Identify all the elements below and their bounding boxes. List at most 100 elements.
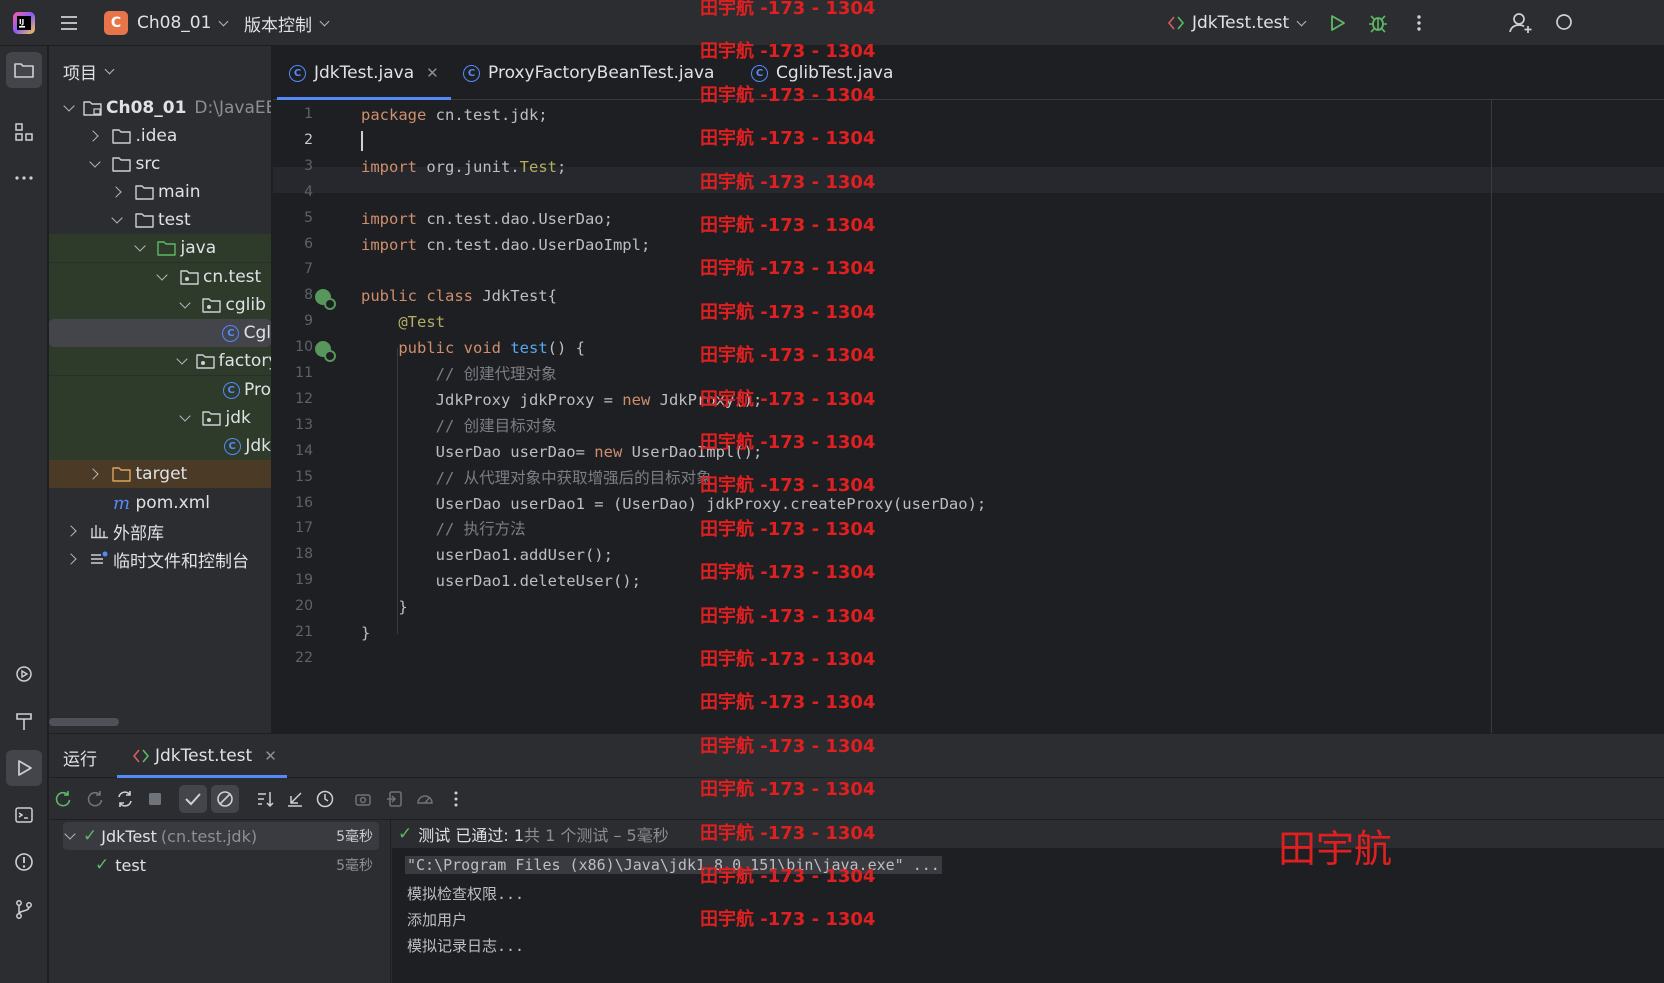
horizontal-scrollbar[interactable] bbox=[49, 718, 119, 726]
line-number: 18 bbox=[295, 546, 313, 563]
chevron-down-icon[interactable] bbox=[88, 157, 102, 171]
rerun-icon[interactable] bbox=[49, 785, 77, 813]
chevron-down-icon[interactable] bbox=[178, 298, 192, 312]
line-number: 11 bbox=[295, 365, 313, 381]
more-options-icon[interactable] bbox=[442, 785, 470, 813]
run-panel: 运行 JdkTest.test ✕ ✓ JdkTest (cn.test.jdk… bbox=[49, 733, 1664, 983]
line-number-gutter[interactable]: 1 2 3 4 5 6 7 8 9 10 11 12 13 14 15 16 17 18 19 20 21 22 bbox=[273, 100, 358, 733]
tree-item-test[interactable]: test bbox=[49, 206, 271, 234]
stop-icon[interactable] bbox=[141, 785, 169, 813]
tree-item-src[interactable]: src bbox=[49, 150, 271, 178]
tree-item-外部库[interactable]: 外部库 bbox=[49, 517, 271, 545]
chevron-down-icon bbox=[104, 64, 115, 74]
class-icon: C bbox=[222, 381, 240, 399]
more-tools-button[interactable] bbox=[6, 160, 42, 196]
tree-item-pro[interactable]: C Pro bbox=[49, 376, 271, 404]
main-menu-icon[interactable] bbox=[58, 0, 80, 46]
chevron-down-icon[interactable] bbox=[110, 213, 124, 227]
structure-tool-button[interactable] bbox=[6, 114, 42, 150]
watermark-text: 田宇航 -173 - 1304 bbox=[700, 518, 876, 540]
app-logo-icon[interactable]: IJ bbox=[12, 0, 36, 46]
line-number: 20 bbox=[295, 598, 313, 615]
tree-item-target[interactable]: target bbox=[49, 460, 271, 488]
build-tool-button[interactable] bbox=[6, 703, 42, 739]
chevron-down-icon[interactable] bbox=[133, 241, 147, 255]
add-user-icon[interactable] bbox=[1508, 0, 1534, 46]
close-icon[interactable]: ✕ bbox=[426, 64, 439, 82]
history-icon[interactable] bbox=[311, 785, 339, 813]
more-actions-icon[interactable] bbox=[1408, 0, 1430, 46]
debug-icon[interactable] bbox=[1367, 0, 1389, 46]
git-tool-button[interactable] bbox=[6, 891, 42, 927]
tree-item-临时文件和控制台[interactable]: 临时文件和控制台 bbox=[49, 545, 271, 573]
tab-proxyfactorybeantest[interactable]: C ProxyFactoryBeanTest.java bbox=[463, 46, 714, 100]
run-tab-label: JdkTest.test bbox=[155, 746, 253, 766]
tree-item-label: .idea bbox=[135, 126, 178, 146]
code-area[interactable]: package cn.test.jdk; import org.junit.Tes… bbox=[361, 100, 1491, 733]
tree-item-java[interactable]: java bbox=[49, 234, 271, 262]
problems-tool-button[interactable] bbox=[6, 844, 42, 880]
chevron-right-icon[interactable] bbox=[65, 524, 79, 538]
chevron-down-icon[interactable] bbox=[65, 101, 73, 115]
tree-item-factory[interactable]: factory bbox=[49, 347, 271, 375]
tree-item-jdk[interactable]: C Jdk bbox=[49, 432, 271, 460]
rerun-failed-icon[interactable] bbox=[81, 785, 109, 813]
chevron-right-icon[interactable] bbox=[65, 552, 79, 566]
tree-item--idea[interactable]: .idea bbox=[49, 122, 271, 150]
chevron-down-icon[interactable] bbox=[178, 354, 186, 368]
run-test-gutter-icon[interactable] bbox=[315, 289, 336, 311]
package-icon bbox=[202, 409, 222, 427]
package-icon bbox=[179, 268, 199, 286]
tree-item-cn-test[interactable]: cn.test bbox=[49, 263, 271, 291]
camera-icon[interactable] bbox=[349, 785, 377, 813]
run-icon[interactable] bbox=[1326, 0, 1348, 46]
check-icon: ✓ bbox=[83, 826, 98, 846]
tree-item-cglib[interactable]: cglib bbox=[49, 291, 271, 319]
toggle-auto-test-icon[interactable] bbox=[111, 785, 139, 813]
chevron-right-icon[interactable] bbox=[110, 185, 124, 199]
close-icon[interactable]: ✕ bbox=[264, 747, 277, 765]
tree-item-jdk[interactable]: jdk bbox=[49, 404, 271, 432]
line-number: 15 bbox=[295, 468, 313, 485]
package-icon bbox=[195, 352, 215, 370]
tree-item-ch08-01[interactable]: Ch08_01 D:\JavaEE bbox=[49, 94, 271, 122]
test-case-row[interactable]: ✓ test 5毫秒 bbox=[63, 851, 379, 879]
chevron-right-icon[interactable] bbox=[88, 129, 102, 143]
tree-item-cgl[interactable]: C Cgl bbox=[49, 319, 271, 347]
run-config-selector[interactable]: JdkTest.test bbox=[1166, 0, 1307, 46]
run-tab[interactable]: JdkTest.test ✕ bbox=[131, 734, 277, 778]
watermark-signature: 田宇航 bbox=[1278, 827, 1393, 871]
project-switcher[interactable]: C Ch08_01 bbox=[104, 0, 229, 46]
chevron-down-icon[interactable] bbox=[155, 270, 169, 284]
project-tool-button[interactable] bbox=[6, 52, 42, 88]
search-everywhere-icon[interactable] bbox=[1554, 0, 1576, 46]
watermark-text: 田宇航 -173 - 1304 bbox=[700, 345, 876, 367]
services-tool-button[interactable] bbox=[6, 656, 42, 692]
chevron-down-icon[interactable] bbox=[178, 411, 192, 425]
watermark-text: 田宇航 -173 - 1304 bbox=[700, 692, 876, 714]
sort-icon[interactable] bbox=[251, 785, 279, 813]
console-line: 模拟记录日志... bbox=[407, 937, 525, 955]
vcs-menu[interactable]: 版本控制 bbox=[244, 0, 330, 46]
console-output[interactable]: ✓ 测试 已通过: 1 共 1 个测试 – 5毫秒 "C:\Program Fi… bbox=[392, 820, 1664, 983]
import-tests-icon[interactable] bbox=[281, 785, 309, 813]
tab-jdktest[interactable]: C JdkTest.java ✕ bbox=[277, 46, 451, 100]
run-tool-button[interactable] bbox=[6, 750, 42, 786]
tree-item-pom-xml[interactable]: m pom.xml bbox=[49, 489, 271, 517]
coverage-icon[interactable] bbox=[411, 785, 439, 813]
class-icon: C bbox=[751, 64, 768, 82]
chevron-right-icon[interactable] bbox=[88, 467, 102, 481]
show-ignored-icon[interactable] bbox=[211, 785, 239, 813]
terminal-tool-button[interactable] bbox=[6, 797, 42, 833]
code-token: @Test bbox=[398, 313, 445, 332]
test-case-time: 5毫秒 bbox=[336, 858, 373, 874]
folder-icon bbox=[112, 127, 132, 145]
project-panel-header[interactable]: 项目 bbox=[63, 58, 115, 84]
show-passed-icon[interactable] bbox=[179, 785, 207, 813]
tree-item-main[interactable]: main bbox=[49, 178, 271, 206]
export-icon[interactable] bbox=[381, 785, 409, 813]
test-suite-row[interactable]: ✓ JdkTest (cn.test.jdk) 5毫秒 bbox=[63, 822, 379, 850]
run-test-gutter-icon[interactable] bbox=[315, 341, 336, 363]
line-number: 16 bbox=[295, 494, 313, 511]
